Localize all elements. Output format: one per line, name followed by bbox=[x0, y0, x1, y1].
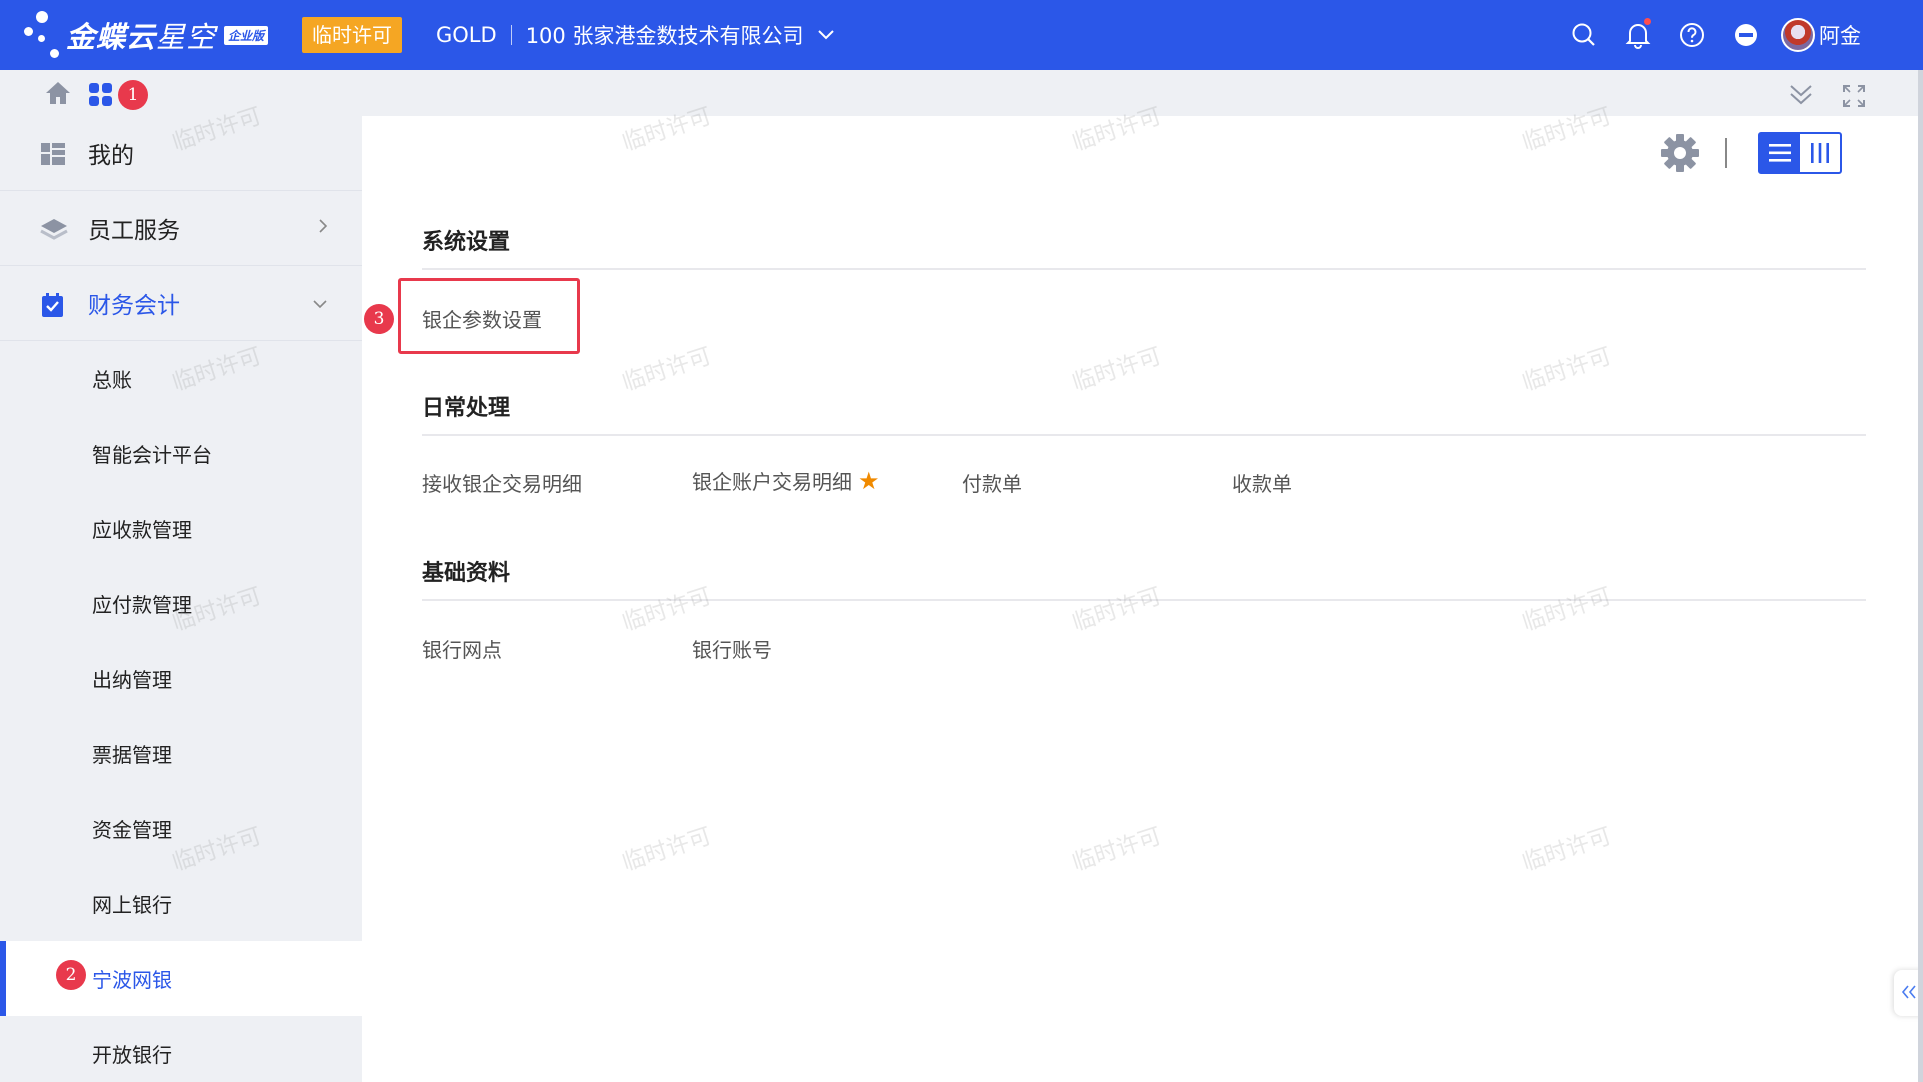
sidebar-subitem[interactable]: 智能会计平台 bbox=[0, 416, 362, 491]
fullscreen-icon[interactable] bbox=[1842, 84, 1866, 112]
bell-icon[interactable] bbox=[1611, 0, 1665, 70]
sidebar-item-label: 我的 bbox=[88, 143, 134, 169]
link-receipt-bill[interactable]: 收款单 bbox=[1232, 468, 1292, 497]
list-view-icon[interactable] bbox=[1760, 134, 1800, 172]
brand-name: 金蝶云星空 bbox=[66, 20, 217, 54]
sidebar-item-mine[interactable]: 我的 bbox=[0, 116, 362, 191]
checkbox-doc-icon bbox=[40, 292, 66, 322]
chevron-right-icon bbox=[318, 218, 328, 238]
home-icon[interactable] bbox=[44, 80, 72, 110]
double-chevron-down-icon[interactable] bbox=[1788, 82, 1814, 112]
sidebar-subitem[interactable]: 应付款管理 bbox=[0, 566, 362, 641]
edition-badge: 企业版 bbox=[224, 25, 269, 45]
highlight-box bbox=[398, 278, 580, 354]
sidebar: 我的 员工服务 财务会计 总账 智能会计平台 应收款管理 应付款管理 出纳管理 … bbox=[0, 116, 362, 1082]
sidebar-subitem[interactable]: 出纳管理 bbox=[0, 641, 362, 716]
sidebar-subitem[interactable]: 应收款管理 bbox=[0, 491, 362, 566]
sub-toolbar bbox=[0, 70, 1923, 116]
section-divider bbox=[422, 434, 1866, 436]
search-icon[interactable] bbox=[1557, 0, 1611, 70]
tenant-name: 100 张家港金数技术有限公司 bbox=[525, 24, 804, 48]
tenant-code: GOLD bbox=[436, 23, 497, 47]
minus-circle-icon[interactable] bbox=[1719, 0, 1773, 70]
sidebar-subitem[interactable]: 资金管理 bbox=[0, 791, 362, 866]
star-icon[interactable]: ★ bbox=[858, 467, 880, 495]
chevron-down-icon bbox=[817, 26, 835, 45]
dashboard-icon bbox=[40, 142, 66, 170]
apps-grid-icon[interactable] bbox=[88, 82, 114, 112]
link-bank-branch[interactable]: 银行网点 bbox=[422, 634, 502, 663]
sidebar-item-employee-service[interactable]: 员工服务 bbox=[0, 191, 362, 266]
tenant-divider bbox=[510, 25, 512, 45]
step-marker-1: 1 bbox=[118, 80, 148, 110]
column-view-icon[interactable] bbox=[1800, 134, 1840, 172]
sidebar-item-label: 财务会计 bbox=[88, 293, 180, 319]
top-bar: 金蝶云星空 企业版 临时许可 GOLD 100 张家港金数技术有限公司 阿金 bbox=[0, 0, 1923, 70]
section-divider bbox=[422, 268, 1866, 270]
chevron-down-icon bbox=[312, 294, 328, 313]
link-bank-account-transactions[interactable]: 银企账户交易明细 ★ bbox=[692, 466, 880, 495]
sidebar-item-label: 员工服务 bbox=[88, 218, 180, 244]
link-label: 银企账户交易明细 bbox=[692, 470, 852, 494]
username[interactable]: 阿金 bbox=[1819, 20, 1861, 50]
link-receive-bank-transactions[interactable]: 接收银企交易明细 bbox=[422, 468, 582, 497]
sidebar-subitem-selected[interactable]: 宁波网银 bbox=[0, 941, 362, 1016]
help-icon[interactable] bbox=[1665, 0, 1719, 70]
sidebar-subitem[interactable]: 总账 bbox=[0, 341, 362, 416]
avatar[interactable] bbox=[1781, 18, 1815, 52]
section-divider bbox=[422, 599, 1866, 601]
sidebar-subitem[interactable]: 票据管理 bbox=[0, 716, 362, 791]
sidebar-subitem[interactable]: 开放银行 bbox=[0, 1016, 362, 1082]
layers-icon bbox=[40, 217, 68, 245]
brand-logo[interactable]: 金蝶云星空 企业版 bbox=[22, 0, 292, 70]
link-bank-account[interactable]: 银行账号 bbox=[692, 634, 772, 663]
section-title-basic-data: 基础资料 bbox=[422, 561, 511, 586]
step-marker-2: 2 bbox=[56, 960, 86, 990]
toolbar-divider bbox=[1725, 138, 1727, 168]
link-payment-bill[interactable]: 付款单 bbox=[962, 468, 1022, 497]
step-marker-3: 3 bbox=[364, 304, 394, 334]
logo-dots-icon bbox=[22, 5, 62, 65]
double-chevron-left-icon bbox=[1901, 983, 1917, 1004]
view-mode-toggle[interactable] bbox=[1758, 132, 1842, 174]
license-badge: 临时许可 bbox=[302, 17, 402, 53]
sidebar-subitem[interactable]: 网上银行 bbox=[0, 866, 362, 941]
section-title-daily-processing: 日常处理 bbox=[422, 396, 511, 421]
gear-icon[interactable] bbox=[1660, 133, 1700, 177]
section-title-system-settings: 系统设置 bbox=[422, 230, 511, 255]
tenant-switcher[interactable]: GOLD 100 张家港金数技术有限公司 bbox=[436, 20, 835, 50]
notification-dot bbox=[1644, 18, 1651, 25]
window-edge bbox=[1918, 70, 1923, 1082]
sidebar-item-finance[interactable]: 财务会计 bbox=[0, 266, 362, 341]
